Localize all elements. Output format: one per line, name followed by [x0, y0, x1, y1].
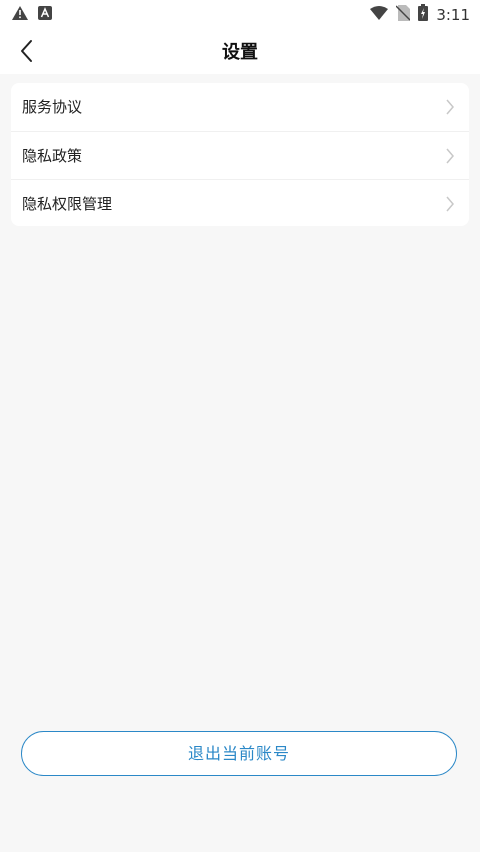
settings-item-label: 隐私政策	[22, 147, 83, 165]
settings-list: 服务协议 隐私政策 隐私权限管理	[11, 83, 469, 226]
settings-item-privacy-permissions[interactable]: 隐私权限管理	[11, 179, 469, 227]
no-sim-icon	[395, 4, 411, 25]
settings-item-privacy-policy[interactable]: 隐私政策	[11, 131, 469, 179]
chevron-right-icon	[446, 148, 454, 164]
status-bar: 3:11	[0, 0, 480, 28]
settings-item-label: 服务协议	[22, 98, 83, 116]
navigation-bar: 设置	[0, 28, 480, 74]
page-title: 设置	[222, 42, 258, 63]
warning-icon	[12, 5, 28, 24]
status-bar-right: 3:11	[370, 4, 470, 25]
logout-label: 退出当前账号	[187, 744, 290, 763]
chevron-right-icon	[446, 99, 454, 115]
settings-item-label: 隐私权限管理	[22, 195, 113, 213]
logout-button[interactable]: 退出当前账号	[21, 731, 457, 776]
status-bar-left	[12, 5, 52, 24]
battery-charging-icon	[418, 4, 429, 25]
settings-item-service-agreement[interactable]: 服务协议	[11, 83, 469, 130]
wifi-icon	[370, 5, 389, 24]
a-app-icon	[38, 5, 52, 24]
status-time: 3:11	[436, 5, 470, 24]
chevron-right-icon	[446, 196, 454, 212]
